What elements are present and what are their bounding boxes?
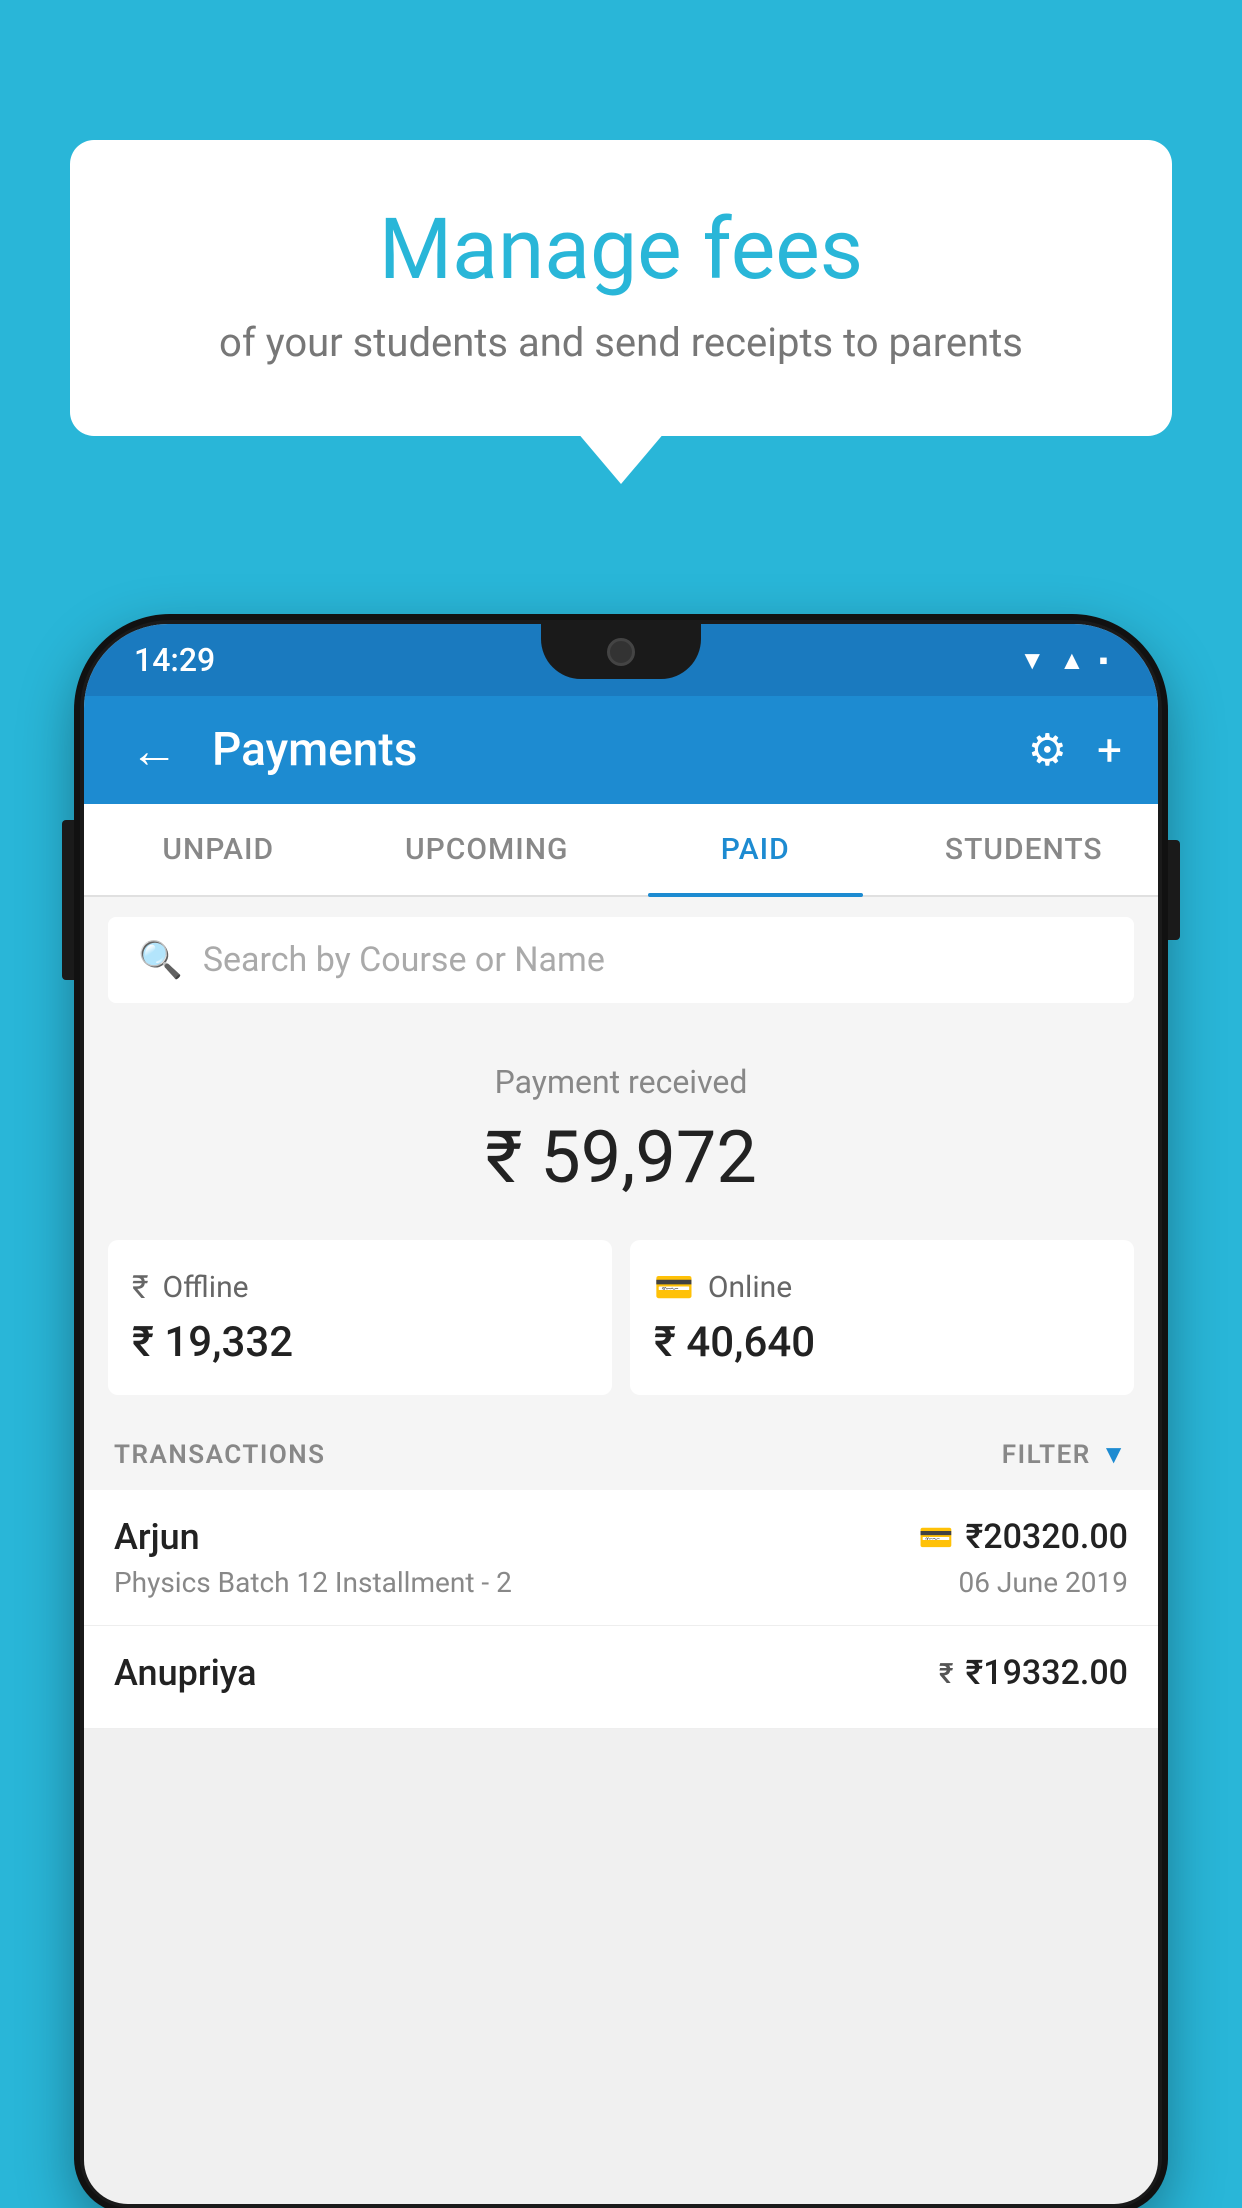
wifi-icon: ▼: [1019, 645, 1045, 676]
offline-amount: ₹ 19,332: [132, 1318, 588, 1367]
search-input[interactable]: Search by Course or Name: [203, 940, 605, 980]
search-bar[interactable]: 🔍 Search by Course or Name: [108, 917, 1134, 1003]
speech-bubble: Manage fees of your students and send re…: [70, 140, 1172, 436]
payment-mode-icon-online: 💳: [919, 1521, 954, 1554]
content-area: 🔍 Search by Course or Name Payment recei…: [84, 897, 1158, 1729]
payment-total-amount: ₹ 59,972: [104, 1115, 1138, 1200]
offline-icon: ₹: [132, 1268, 149, 1306]
status-icons: ▼ ▲ ▪: [1019, 645, 1108, 676]
online-icon: 💳: [654, 1268, 694, 1306]
payment-cards: ₹ Offline ₹ 19,332 💳 Online ₹ 40,640: [108, 1240, 1134, 1395]
transaction-top: Arjun 💳 ₹20320.00: [114, 1516, 1128, 1558]
bubble-title: Manage fees: [150, 200, 1092, 299]
search-icon: 🔍: [138, 939, 183, 981]
offline-label: Offline: [163, 1270, 249, 1305]
app-bar: ← Payments ⚙ +: [84, 696, 1158, 804]
battery-icon: ▪: [1099, 645, 1108, 676]
status-time: 14:29: [134, 641, 215, 679]
transaction-name: Anupriya: [114, 1652, 257, 1694]
online-card: 💳 Online ₹ 40,640: [630, 1240, 1134, 1395]
app-bar-icons: ⚙ +: [1028, 724, 1122, 776]
transaction-course: Physics Batch 12 Installment - 2: [114, 1566, 512, 1599]
payment-received-label: Payment received: [104, 1063, 1138, 1101]
transaction-name: Arjun: [114, 1516, 200, 1558]
payment-summary: Payment received ₹ 59,972: [84, 1023, 1158, 1230]
offline-card-header: ₹ Offline: [132, 1268, 588, 1306]
bubble-subtitle: of your students and send receipts to pa…: [150, 319, 1092, 366]
tab-students[interactable]: STUDENTS: [890, 804, 1159, 895]
transaction-row[interactable]: Anupriya ₹ ₹19332.00: [84, 1626, 1158, 1729]
filter-label: FILTER: [1002, 1440, 1091, 1470]
transaction-amount-value: ₹19332.00: [966, 1653, 1128, 1693]
offline-card: ₹ Offline ₹ 19,332: [108, 1240, 612, 1395]
notch: [541, 624, 701, 679]
tab-unpaid[interactable]: UNPAID: [84, 804, 353, 895]
transaction-amount-value: ₹20320.00: [966, 1517, 1128, 1557]
online-label: Online: [708, 1270, 792, 1305]
transaction-row[interactable]: Arjun 💳 ₹20320.00 Physics Batch 12 Insta…: [84, 1490, 1158, 1626]
phone-inner: 14:29 ▼ ▲ ▪ ← Payments ⚙ + UNPAID UPCOMI…: [84, 624, 1158, 2204]
add-icon[interactable]: +: [1097, 724, 1122, 776]
transaction-amount: ₹ ₹19332.00: [939, 1653, 1128, 1693]
back-button[interactable]: ←: [120, 712, 188, 789]
transaction-date: 06 June 2019: [958, 1566, 1128, 1599]
transaction-bottom: Physics Batch 12 Installment - 2 06 June…: [114, 1566, 1128, 1599]
settings-icon[interactable]: ⚙: [1028, 724, 1067, 776]
front-camera: [607, 638, 635, 666]
filter-button[interactable]: FILTER ▼: [1002, 1439, 1128, 1470]
speech-bubble-wrapper: Manage fees of your students and send re…: [70, 140, 1172, 436]
app-bar-title: Payments: [212, 723, 1004, 777]
tabs: UNPAID UPCOMING PAID STUDENTS: [84, 804, 1158, 897]
payment-mode-icon-offline: ₹: [939, 1657, 954, 1690]
online-card-header: 💳 Online: [654, 1268, 1110, 1306]
transactions-header: TRANSACTIONS FILTER ▼: [84, 1419, 1158, 1490]
transaction-top: Anupriya ₹ ₹19332.00: [114, 1652, 1128, 1694]
online-amount: ₹ 40,640: [654, 1318, 1110, 1367]
transactions-label: TRANSACTIONS: [114, 1440, 326, 1470]
transaction-amount: 💳 ₹20320.00: [919, 1517, 1128, 1557]
phone-frame: 14:29 ▼ ▲ ▪ ← Payments ⚙ + UNPAID UPCOMI…: [80, 620, 1162, 2208]
tab-upcoming[interactable]: UPCOMING: [353, 804, 622, 895]
filter-icon: ▼: [1101, 1439, 1128, 1470]
signal-icon: ▲: [1059, 645, 1085, 676]
tab-paid[interactable]: PAID: [621, 804, 890, 895]
